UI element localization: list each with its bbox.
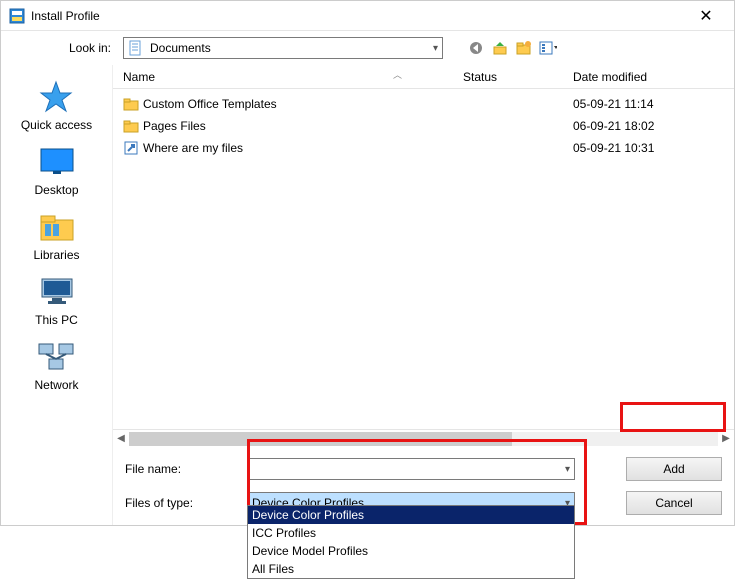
lookin-label: Look in: — [53, 41, 111, 55]
file-date: 05-09-21 10:31 — [573, 141, 734, 155]
filetype-label: Files of type: — [125, 496, 247, 510]
place-quick-access[interactable]: Quick access — [21, 79, 92, 132]
app-icon — [9, 8, 25, 24]
scroll-track[interactable] — [129, 432, 718, 446]
window-title: Install Profile — [31, 9, 686, 23]
up-icon[interactable] — [491, 39, 509, 57]
place-network[interactable]: Network — [34, 339, 78, 392]
filetype-option[interactable]: All Files — [248, 560, 574, 578]
place-this-pc[interactable]: This PC — [35, 274, 78, 327]
col-name[interactable]: Name — [123, 70, 463, 84]
scroll-thumb[interactable] — [129, 432, 512, 446]
network-icon — [36, 339, 76, 375]
cancel-button[interactable]: Cancel — [626, 491, 722, 515]
file-date: 05-09-21 11:14 — [573, 97, 734, 111]
list-item[interactable]: Where are my files 05-09-21 10:31 — [123, 137, 734, 159]
new-folder-icon[interactable] — [515, 39, 533, 57]
place-label: Quick access — [21, 118, 92, 132]
horizontal-scrollbar[interactable]: ◀ ▶ — [113, 429, 734, 447]
list-header: Name ︿ Status Date modified — [113, 65, 734, 89]
form-area: File name: ▾ Add Files of type: Device C… — [113, 447, 734, 525]
title-bar: Install Profile ✕ — [1, 1, 734, 31]
filename-input[interactable]: ▾ — [247, 458, 575, 480]
filetype-option[interactable]: Device Color Profiles — [248, 506, 574, 524]
file-list: Custom Office Templates 05-09-21 11:14 P… — [113, 89, 734, 429]
scroll-left-icon[interactable]: ◀ — [113, 433, 129, 444]
filetype-option[interactable]: ICC Profiles — [248, 524, 574, 542]
place-libraries[interactable]: Libraries — [33, 209, 79, 262]
list-item[interactable]: Custom Office Templates 05-09-21 11:14 — [123, 93, 734, 115]
place-label: Network — [34, 378, 78, 392]
chevron-down-icon[interactable]: ▾ — [565, 464, 570, 475]
view-menu-icon[interactable] — [539, 39, 557, 57]
filename-label: File name: — [125, 462, 247, 476]
documents-icon — [128, 40, 144, 56]
close-button[interactable]: ✕ — [686, 6, 726, 26]
folder-icon — [123, 96, 143, 112]
file-name: Custom Office Templates — [143, 97, 463, 111]
place-label: Libraries — [33, 248, 79, 262]
add-button[interactable]: Add — [626, 457, 722, 481]
col-date[interactable]: Date modified — [573, 70, 734, 84]
folder-icon — [123, 118, 143, 134]
toolbar-icons — [467, 39, 557, 57]
col-status[interactable]: Status — [463, 70, 573, 84]
place-label: Desktop — [34, 183, 78, 197]
lookin-value: Documents — [150, 41, 427, 55]
file-name: Pages Files — [143, 119, 463, 133]
lookin-toolbar: Look in: Documents ▾ — [1, 31, 734, 65]
libraries-icon — [37, 209, 77, 245]
filetype-dropdown[interactable]: Device Color Profiles ICC Profiles Devic… — [247, 505, 575, 579]
chevron-down-icon: ▾ — [433, 43, 438, 54]
desktop-icon — [37, 144, 77, 180]
quick-access-icon — [36, 79, 76, 115]
file-date: 06-09-21 18:02 — [573, 119, 734, 133]
scroll-right-icon[interactable]: ▶ — [718, 433, 734, 444]
back-icon[interactable] — [467, 39, 485, 57]
this-pc-icon — [37, 274, 77, 310]
file-name: Where are my files — [143, 141, 463, 155]
filetype-option[interactable]: Device Model Profiles — [248, 542, 574, 560]
place-desktop[interactable]: Desktop — [34, 144, 78, 197]
lookin-combo[interactable]: Documents ▾ — [123, 37, 443, 59]
place-label: This PC — [35, 313, 78, 327]
shortcut-icon — [123, 140, 143, 156]
list-item[interactable]: Pages Files 06-09-21 18:02 — [123, 115, 734, 137]
places-bar: Quick access Desktop Libraries This PC N… — [1, 65, 113, 525]
sort-indicator-icon: ︿ — [393, 68, 402, 81]
